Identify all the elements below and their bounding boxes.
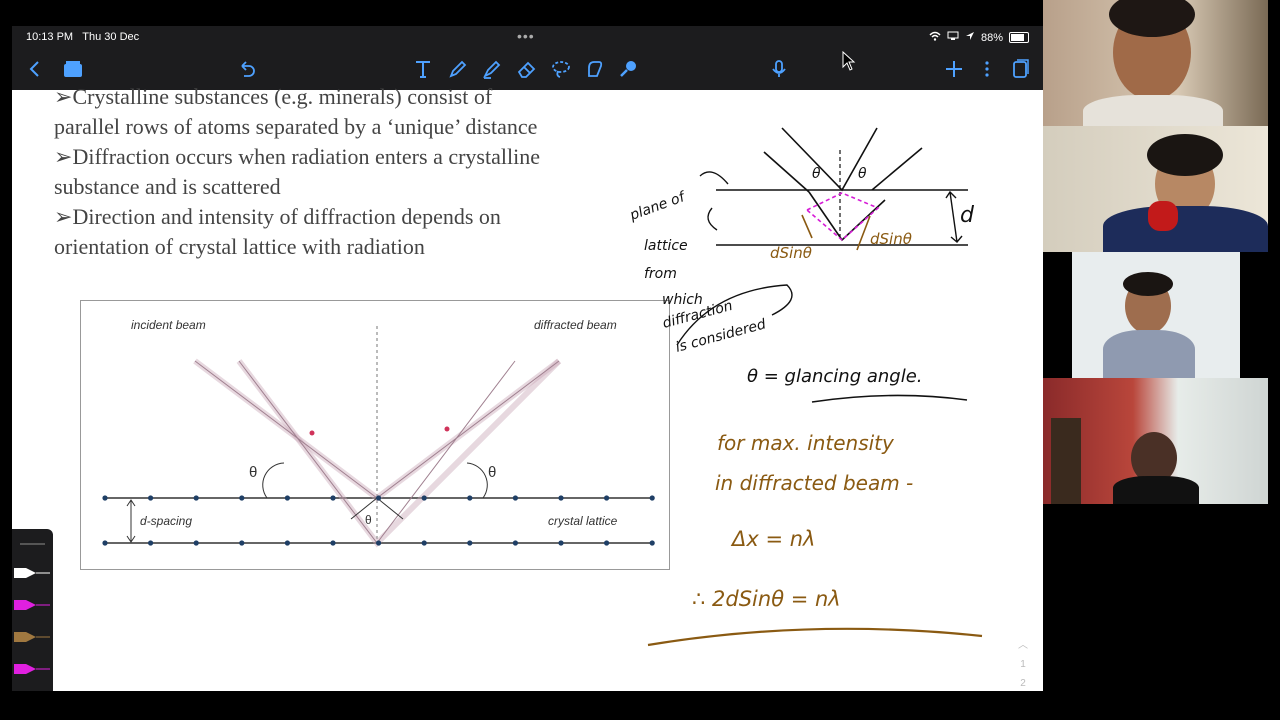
- undo-icon[interactable]: [234, 56, 260, 82]
- text-tool-icon[interactable]: [410, 56, 436, 82]
- diffraction-figure: incident beam diffracted beam d-spacing …: [80, 300, 670, 570]
- lattice-atom: [102, 540, 108, 546]
- page-up-icon[interactable]: ︿: [1015, 636, 1031, 651]
- hw-delta-x: Δx = nλ: [730, 527, 815, 551]
- hw-plane-3: from: [644, 266, 677, 282]
- video-tile-participant-3[interactable]: [1043, 252, 1268, 378]
- lattice-atom: [284, 540, 290, 546]
- highlighter-icon[interactable]: [479, 56, 505, 82]
- lattice-atom: [512, 540, 518, 546]
- screen-mirroring-icon: [947, 31, 959, 44]
- microphone-icon[interactable]: [766, 56, 792, 82]
- bullet-3-line-1: ➢Direction and intensity of diffraction …: [54, 204, 501, 229]
- laser-pointer-icon[interactable]: [615, 56, 641, 82]
- add-page-icon[interactable]: [941, 56, 967, 82]
- lattice-atom: [193, 540, 199, 546]
- shapes-icon[interactable]: [581, 56, 607, 82]
- location-icon: [965, 31, 975, 44]
- hw-max-intensity-2: in diffracted beam -: [715, 471, 913, 495]
- note-page[interactable]: ➢Crystalline substances (e.g. minerals) …: [12, 84, 1043, 691]
- status-time: 10:13 PM Thu 30 Dec: [26, 31, 140, 43]
- video-tile-participant-1[interactable]: [1043, 0, 1268, 126]
- lattice-atom: [604, 540, 610, 546]
- lattice-atom: [467, 540, 473, 546]
- pages-icon[interactable]: [1007, 56, 1033, 82]
- pen-magenta-icon[interactable]: [14, 597, 50, 613]
- bullet-2-line-2: substance and is scattered: [54, 174, 281, 199]
- lattice-atom: [148, 540, 154, 546]
- lattice-atom: [193, 495, 199, 501]
- video-tile-participant-2[interactable]: [1043, 126, 1268, 252]
- hw-bragg-equation: ∴ 2dSinθ = nλ: [692, 587, 841, 611]
- page-indicator[interactable]: ︿ 1 2 ﹀: [1015, 636, 1031, 691]
- lattice-atom: [558, 540, 564, 546]
- hw-theta-right: θ: [858, 166, 867, 182]
- hw-glancing-angle: θ = glancing angle.: [747, 366, 923, 387]
- hw-plane-6: is considered: [674, 316, 768, 355]
- status-right: 88%: [929, 31, 1029, 44]
- lattice-atom: [558, 495, 564, 501]
- battery-icon: [1009, 32, 1029, 43]
- bullet-1-line-2: parallel rows of atoms separated by a ‘u…: [54, 114, 538, 139]
- hw-max-intensity-1: for max. intensity: [717, 431, 895, 455]
- battery-percent: 88%: [980, 31, 1003, 44]
- pen-icon[interactable]: [445, 56, 471, 82]
- video-tile-participant-4[interactable]: [1043, 378, 1268, 504]
- lattice-atom: [467, 495, 473, 501]
- lattice-atom: [239, 495, 245, 501]
- lattice-atom: [330, 495, 336, 501]
- lattice-atom: [649, 540, 655, 546]
- eraser-icon[interactable]: [514, 56, 540, 82]
- more-icon[interactable]: [974, 56, 1000, 82]
- lattice-atom: [148, 495, 154, 501]
- lattice-atom: [421, 495, 427, 501]
- bullet-2-line-1: ➢Diffraction occurs when radiation enter…: [54, 144, 540, 169]
- hw-dsin-left: dSinθ: [770, 244, 812, 262]
- back-icon[interactable]: [22, 56, 48, 82]
- lattice-atom: [421, 540, 427, 546]
- multitask-dots[interactable]: •••: [517, 28, 535, 44]
- wifi-icon: [929, 31, 941, 44]
- lasso-icon[interactable]: [548, 56, 574, 82]
- lattice-atom: [330, 540, 336, 546]
- diffraction-diagram: [102, 326, 655, 548]
- documents-icon[interactable]: [60, 56, 86, 82]
- pen-white-icon[interactable]: [14, 565, 50, 581]
- hw-theta-left: θ: [812, 166, 821, 182]
- ipad-screen: 10:13 PM Thu 30 Dec ••• 88% ➢Crystalline…: [12, 26, 1043, 691]
- bullet-3-line-2: orientation of crystal lattice with radi…: [54, 234, 425, 259]
- lattice-atom: [102, 495, 108, 501]
- slide-bullets: ➢Crystalline substances (e.g. minerals) …: [54, 82, 540, 262]
- page-current: 1: [1020, 659, 1026, 670]
- pen-brown-icon[interactable]: [14, 629, 50, 645]
- hw-d-label: d: [960, 203, 975, 228]
- lattice-atom: [512, 495, 518, 501]
- cursor-icon: [842, 50, 856, 76]
- lattice-atom: [376, 540, 382, 546]
- hw-plane-1: plane of: [627, 189, 689, 225]
- bullet-1-line-1: ➢Crystalline substances (e.g. minerals) …: [54, 84, 493, 109]
- highlighter-magenta-icon[interactable]: [14, 661, 50, 677]
- hw-plane-5: diffraction: [661, 298, 734, 332]
- status-bar: 10:13 PM Thu 30 Dec ••• 88%: [12, 26, 1043, 48]
- pen-favorites-bar: [12, 529, 53, 691]
- lattice-atom: [649, 495, 655, 501]
- lattice-atom: [284, 495, 290, 501]
- hw-plane-2: lattice: [644, 238, 688, 254]
- hw-dsin-right: dSinθ: [870, 230, 912, 248]
- page-total: 2: [1020, 678, 1026, 689]
- lattice-atom: [604, 495, 610, 501]
- lattice-atom: [376, 495, 382, 501]
- lattice-atom: [239, 540, 245, 546]
